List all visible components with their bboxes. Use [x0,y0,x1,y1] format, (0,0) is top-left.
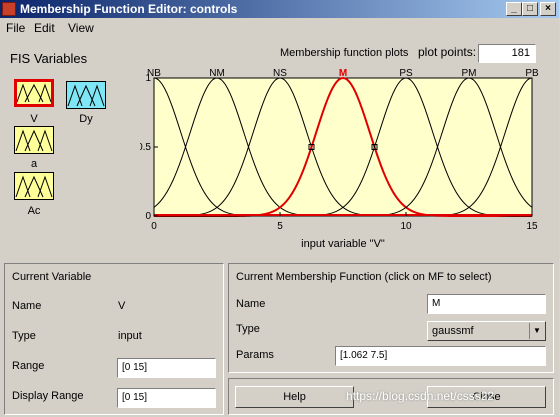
variable-name-dy: Dy [79,113,93,125]
x-tick-label: 0 [151,221,157,232]
display-range-input[interactable]: [0 15] [117,388,216,408]
x-axis-label: input variable "V" [301,238,385,250]
mf-label-pb: PB [525,68,539,79]
mf-type-value: gaussmf [432,325,474,337]
variable-icon-dy[interactable] [66,81,106,109]
y-tick-label: 0.5 [140,142,151,153]
cv-display-range-label: Display Range [12,390,84,402]
y-tick-label: 1 [145,73,151,84]
y-tick-label: 0 [145,211,151,222]
menu-file[interactable]: File [6,18,25,38]
variable-name-ac: Ac [27,205,41,217]
current-mf-title: Current Membership Function (click on MF… [236,271,492,283]
current-variable-title: Current Variable [12,271,92,283]
variable-name-v: V [30,113,38,125]
chevron-down-icon[interactable]: ▼ [529,323,544,339]
fis-variables-label: FIS Variables [10,51,88,66]
range-input[interactable]: [0 15] [117,358,216,378]
cv-name-value: V [118,300,126,312]
mf-label-ns: NS [273,68,287,79]
menu-edit[interactable]: Edit [34,18,55,38]
x-tick-label: 5 [277,221,283,232]
title-bar: Membership Function Editor: controls _ □… [0,0,559,18]
plot-points-label: plot points: [418,45,477,59]
variable-icon-a[interactable] [14,126,54,154]
mf-label-m: M [339,68,347,79]
window-title: Membership Function Editor: controls [20,2,238,16]
plot-points-input[interactable]: 181 [478,44,536,63]
menu-bar: File Edit View [0,18,559,38]
mf-params-label: Params [236,349,274,361]
cv-type-label: Type [12,330,36,342]
mf-params-input[interactable]: [1.062 7.5] [335,346,546,366]
mf-type-label: Type [236,323,260,335]
plot-background [153,77,533,217]
cv-type-value: input [118,330,142,342]
variable-icon-ac[interactable] [14,172,54,200]
menu-view[interactable]: View [68,18,94,38]
watermark-text: https://blog.csdn.net/csss22 [346,389,495,403]
cv-range-label: Range [12,360,45,372]
mf-label-pm: PM [462,68,477,79]
mf-label-ps: PS [399,68,413,79]
mf-name-input[interactable]: M [427,294,546,314]
matlab-app-icon [2,2,16,16]
variable-icon-v[interactable] [14,79,54,107]
minimize-button[interactable]: _ [506,2,522,16]
variable-name-a: a [30,158,38,170]
mf-label-nm: NM [209,68,225,79]
mf-type-select[interactable]: gaussmf ▼ [427,321,546,341]
maximize-button[interactable]: □ [522,2,538,16]
help-button[interactable]: Help [235,386,354,408]
plot-title: Membership function plots [280,47,409,59]
cv-name-label: Name [12,300,42,312]
x-tick-label: 15 [526,221,538,232]
x-tick-label: 10 [400,221,412,232]
membership-function-plot[interactable]: NBNMNSMPSPMPB 05101500.51 input variable… [140,68,552,254]
mf-name-label: Name [236,298,266,310]
close-window-button[interactable]: × [540,2,556,16]
